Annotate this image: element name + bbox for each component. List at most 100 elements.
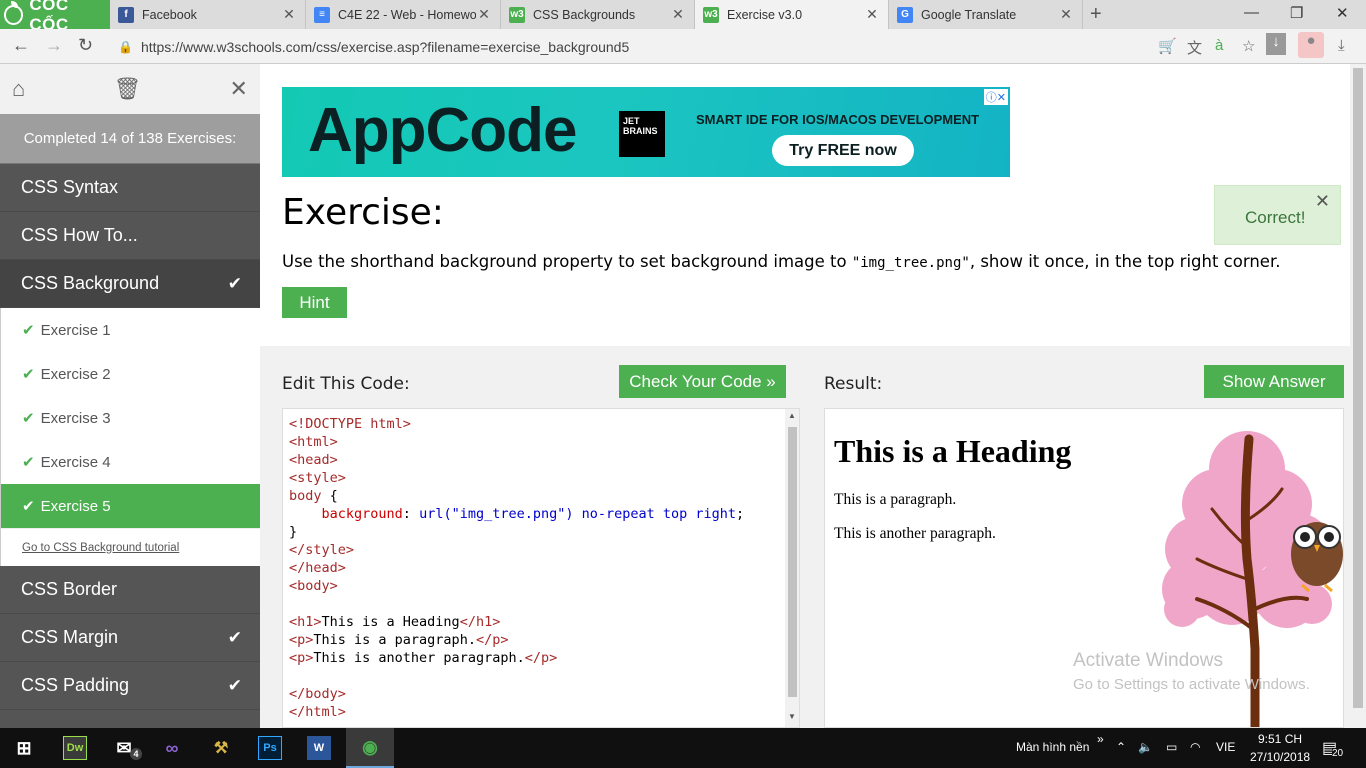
browser-tab-strip: CỐC CỐC f Facebook ✕ ≡ C4E 22 - Web - Ho… [0,0,1366,34]
tutorial-link[interactable]: Go to CSS Background tutorial [1,528,260,566]
coccoc-taskbar-icon[interactable]: ◉ [346,728,394,768]
home-icon[interactable]: ⌂ [12,76,25,102]
shopping-cart-icon[interactable]: 🛒 [1158,37,1177,55]
category-label: CSS Syntax [21,177,119,197]
result-paragraph-2: This is another paragraph. [834,525,996,542]
input-language[interactable]: VIE [1216,740,1235,754]
close-tab-icon[interactable]: ✕ [1058,6,1074,23]
reload-icon[interactable]: ↻ [78,35,93,56]
clock-time[interactable]: 9:51 CH [1258,732,1302,746]
exercise-item-1[interactable]: ✔ Exercise 1 [1,308,260,352]
forward-icon[interactable]: → [45,35,63,56]
scroll-up-icon[interactable]: ▲ [788,411,796,420]
restore-icon[interactable]: ❐ [1290,4,1303,22]
editor-scroll-thumb[interactable] [788,427,797,697]
code-editor[interactable]: <!DOCTYPE html> <html> <head> <style> bo… [282,408,800,728]
volume-icon[interactable]: 🔈 [1138,740,1153,754]
photoshop-icon[interactable]: Ps [258,736,282,760]
exercise-title: Exercise: [282,192,444,233]
bookmark-star-icon[interactable]: ☆ [1242,37,1255,55]
dreamweaver-icon[interactable]: Dw [63,736,87,760]
close-tab-icon[interactable]: ✕ [281,6,297,23]
tools-icon[interactable]: ⚒ [209,736,233,760]
word-icon[interactable]: W [307,736,331,760]
ad-tagline: SMART IDE FOR IOS/MACOS DEVELOPMENT [696,112,980,127]
browser-toolbar: ← → ↻ 🔒 https://www.w3schools.com/css/ex… [0,29,1366,64]
close-window-icon[interactable]: ✕ [1336,4,1349,22]
hint-button[interactable]: Hint [282,287,347,318]
exercise-item-3[interactable]: ✔ Exercise 3 [1,396,260,440]
exercise-list: ✔ Exercise 1 ✔ Exercise 2 ✔ Exercise 3 ✔ Exe… [0,308,260,566]
category-css-border[interactable]: CSS Border [0,566,260,614]
mail-badge: 4 [130,748,142,760]
category-label: CSS Padding [21,675,130,695]
category-css-background[interactable]: CSS Background ✔ [0,260,260,308]
category-label: CSS Border [21,579,118,599]
exercise-label: Exercise 3 [40,409,111,427]
download-arrow-icon[interactable]: ↓ [1266,33,1286,55]
exercise-item-5[interactable]: ✔ Exercise 5 [1,484,260,528]
address-bar[interactable]: 🔒 https://www.w3schools.com/css/exercise… [108,33,1288,60]
checkmark-icon: ✔ [22,322,35,339]
code-content[interactable]: <!DOCTYPE html> <html> <head> <style> bo… [289,415,744,721]
edit-code-label: Edit This Code: [282,374,410,394]
category-label: CSS Margin [21,627,119,647]
progress-text: Completed 14 of 138 Exercises: [0,114,260,164]
ad-close-icon[interactable]: ⓘ✕ [983,89,1008,105]
url-text: https://www.w3schools.com/css/exercise.a… [140,38,630,55]
scroll-down-icon[interactable]: ▼ [788,712,796,721]
close-icon[interactable]: ✕ [230,76,248,102]
appcode-advertisement[interactable]: AppCode JET BRAINS SMART IDE FOR IOS/MAC… [282,87,1010,177]
close-tab-icon[interactable]: ✕ [476,6,492,23]
result-heading: This is a Heading [834,433,1072,469]
w3schools-icon: w3 [509,6,525,23]
minimize-icon[interactable]: — [1244,4,1259,21]
checkmark-icon: ✔ [227,273,242,293]
category-css-padding[interactable]: CSS Padding ✔ [0,662,260,710]
tab-exercise[interactable]: w3 Exercise v3.0 ✕ [695,0,889,29]
visual-studio-icon[interactable]: ∞ [160,736,184,760]
category-label: CSS How To... [21,225,138,245]
close-tab-icon[interactable]: ✕ [864,6,880,23]
exercise-item-4[interactable]: ✔ Exercise 4 [1,440,260,484]
try-free-button[interactable]: Try FREE now [772,135,914,166]
show-answer-button[interactable]: Show Answer [1204,365,1344,398]
category-css-how-to[interactable]: CSS How To... [0,212,260,260]
close-tab-icon[interactable]: ✕ [670,6,686,23]
category-css-syntax[interactable]: CSS Syntax [0,164,260,212]
check-code-button[interactable]: Check Your Code » [619,365,786,398]
exercise-label: Exercise 4 [40,453,111,471]
toolbar-expand-icon[interactable]: » [1097,732,1104,746]
tray-chevron-icon[interactable]: ⌃ [1116,740,1126,754]
wifi-icon[interactable]: ◠ [1190,740,1200,754]
tab-facebook[interactable]: f Facebook ✕ [110,0,306,29]
battery-icon[interactable]: ▭ [1166,740,1177,754]
exercise-item-2[interactable]: ✔ Exercise 2 [1,352,260,396]
back-icon[interactable]: ← [12,35,30,56]
page-scrollbar[interactable] [1350,64,1366,728]
clock-date[interactable]: 27/10/2018 [1250,750,1310,764]
tab-label: Exercise v3.0 [727,7,803,22]
google-docs-icon: ≡ [314,6,330,23]
instruction-text-end: , show it once, in the top right corner. [969,252,1281,271]
trash-icon[interactable]: 🗑 [113,76,141,102]
exercise-instruction: Use the shorthand background property to… [282,252,1280,271]
tab-css-backgrounds[interactable]: w3 CSS Backgrounds ✕ [501,0,695,29]
downloads-icon[interactable]: ⤓ [1338,37,1345,54]
profile-avatar-icon[interactable]: ● [1298,32,1324,58]
category-css-margin[interactable]: CSS Margin ✔ [0,614,260,662]
checkmark-icon: ✔ [22,498,35,515]
tab-label: C4E 22 - Web - Homewo [338,7,476,22]
vietnamese-input-icon[interactable]: à [1215,37,1223,54]
new-tab-icon[interactable]: + [1090,4,1102,24]
page-scroll-thumb[interactable] [1353,68,1363,708]
result-label: Result: [824,374,883,394]
editor-scrollbar[interactable]: ▲ ▼ [785,409,799,727]
tab-google-docs[interactable]: ≡ C4E 22 - Web - Homewo ✕ [306,0,501,29]
coccoc-brand-button[interactable]: CỐC CỐC [0,0,110,34]
translate-icon[interactable]: 文 [1187,37,1202,58]
close-icon[interactable]: ✕ [1315,191,1330,212]
tab-google-translate[interactable]: G Google Translate ✕ [889,0,1083,29]
windows-start-icon[interactable]: ⊞ [12,736,36,760]
checkmark-icon: ✔ [227,675,242,695]
